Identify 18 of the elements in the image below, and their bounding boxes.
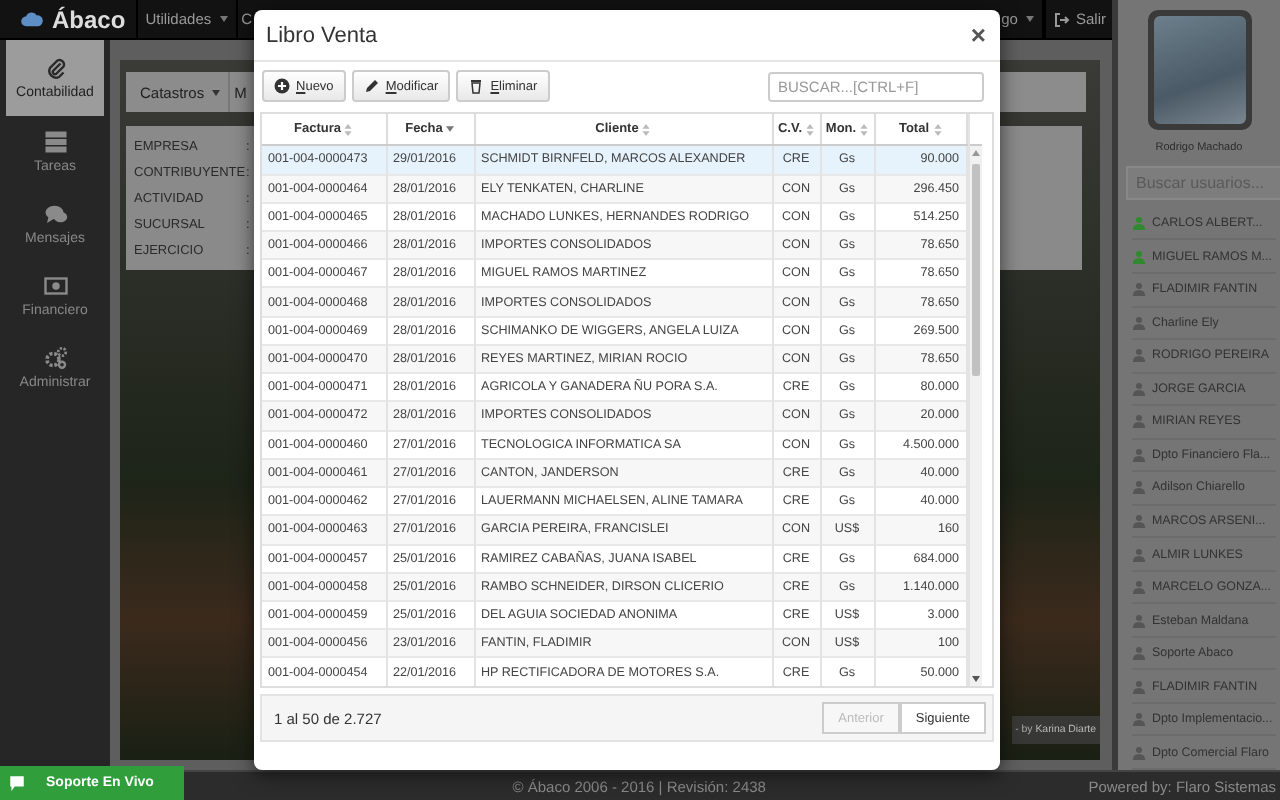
caret-icon	[219, 16, 228, 22]
app-logo-text: Ábaco	[52, 5, 126, 33]
chat-bubbles-icon	[43, 202, 67, 226]
banknote-icon	[43, 274, 67, 298]
speech-bubble-icon	[8, 774, 26, 792]
caret-icon	[1025, 16, 1034, 22]
gears-icon	[43, 346, 67, 370]
scrollbar[interactable]	[969, 146, 981, 686]
cloud-icon	[20, 10, 44, 28]
trash-icon	[468, 78, 485, 94]
paperclip-icon	[43, 56, 67, 80]
server-stack-icon	[43, 130, 67, 154]
caret-icon	[212, 89, 221, 95]
close-button[interactable]: ×	[970, 22, 986, 48]
dialog-title: Libro Venta	[266, 23, 378, 47]
sign-out-icon	[1053, 11, 1070, 27]
pencil-icon	[363, 78, 380, 94]
plus-circle-icon	[274, 78, 290, 94]
